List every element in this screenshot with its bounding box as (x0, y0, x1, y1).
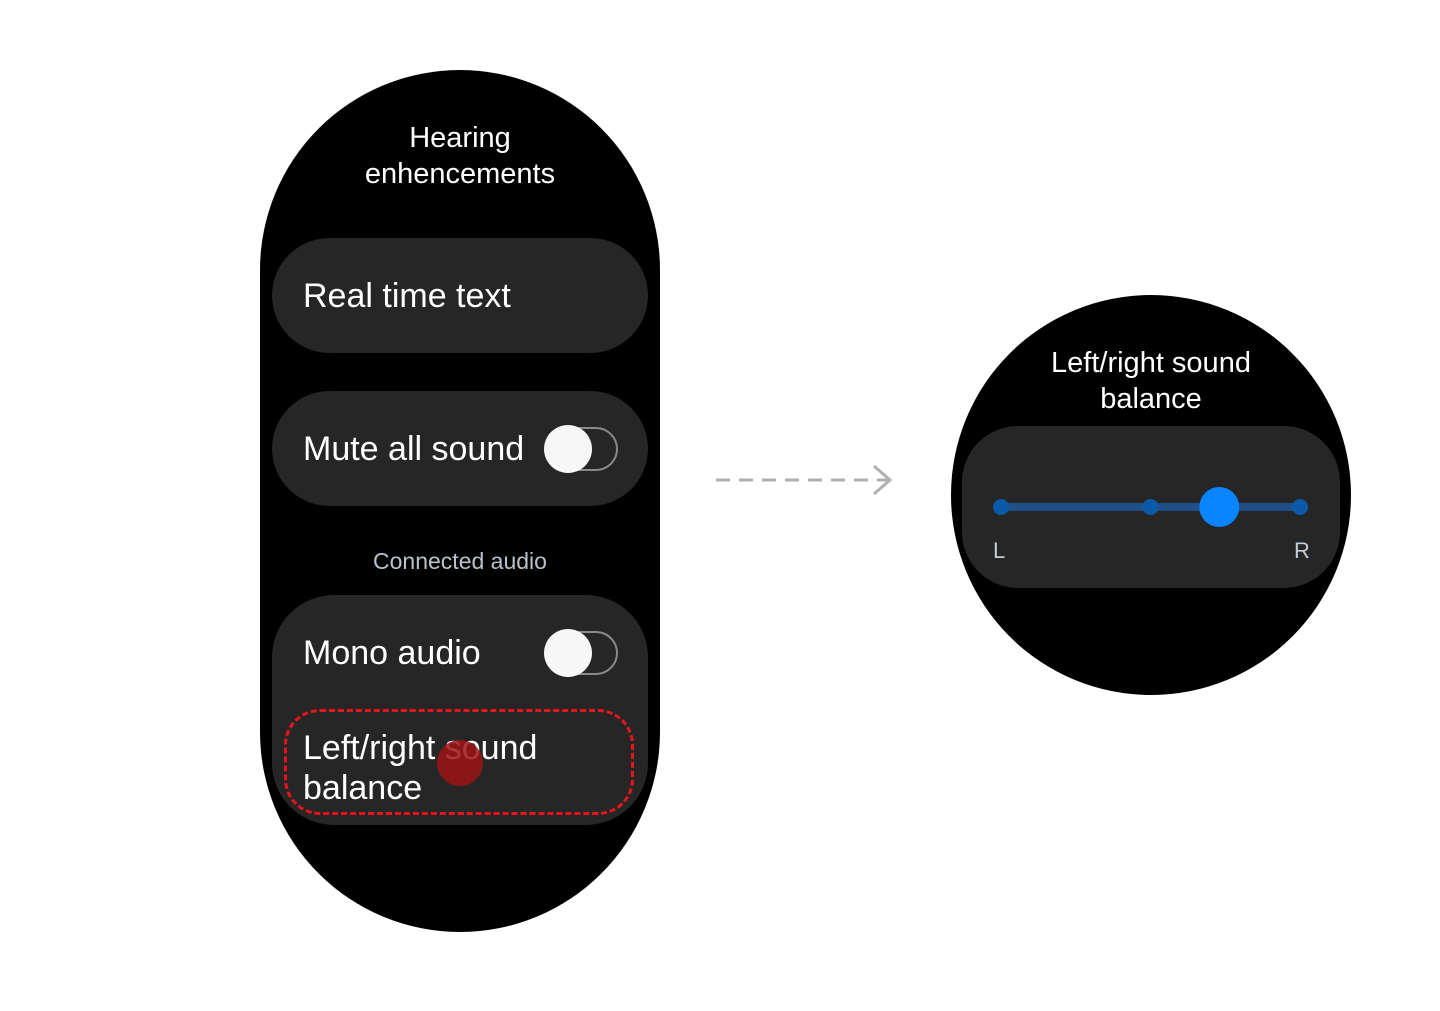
sound-balance-screen: Left/right sound balance L R (951, 295, 1351, 695)
toggle-knob (544, 425, 592, 473)
real-time-text-item[interactable]: Real time text (272, 238, 648, 353)
hearing-enhancements-screen: Hearing enhencements Real time text Mute… (260, 70, 660, 932)
left-right-balance-item[interactable]: Left/right sound balance (284, 709, 634, 815)
section-header: Connected audio (373, 548, 547, 574)
balance-card: L R (962, 426, 1340, 588)
connected-audio-group: Mono audio Left/right sound balance (272, 595, 648, 825)
toggle-knob (544, 629, 592, 677)
screen-title: Left/right sound balance (1051, 347, 1251, 415)
slider-tick (993, 499, 1009, 515)
arrow-right-icon (716, 464, 893, 496)
item-label: Real time text (303, 277, 511, 315)
item-label: Mute all sound (303, 430, 525, 468)
left-label: L (993, 538, 1006, 563)
slider-tick (1292, 499, 1308, 515)
mute-all-sound-item[interactable]: Mute all sound (272, 391, 648, 506)
mute-all-sound-toggle[interactable] (544, 425, 618, 473)
right-label: R (1294, 538, 1310, 563)
mono-audio-item[interactable]: Mono audio (272, 595, 648, 705)
item-label: Mono audio (303, 634, 481, 672)
screen-title: Hearing enhencements (364, 122, 556, 190)
slider-thumb[interactable] (1199, 487, 1240, 527)
tap-indicator (437, 740, 483, 786)
balance-slider[interactable] (962, 426, 1340, 588)
mono-audio-toggle[interactable] (544, 629, 618, 677)
slider-tick (1142, 499, 1159, 515)
